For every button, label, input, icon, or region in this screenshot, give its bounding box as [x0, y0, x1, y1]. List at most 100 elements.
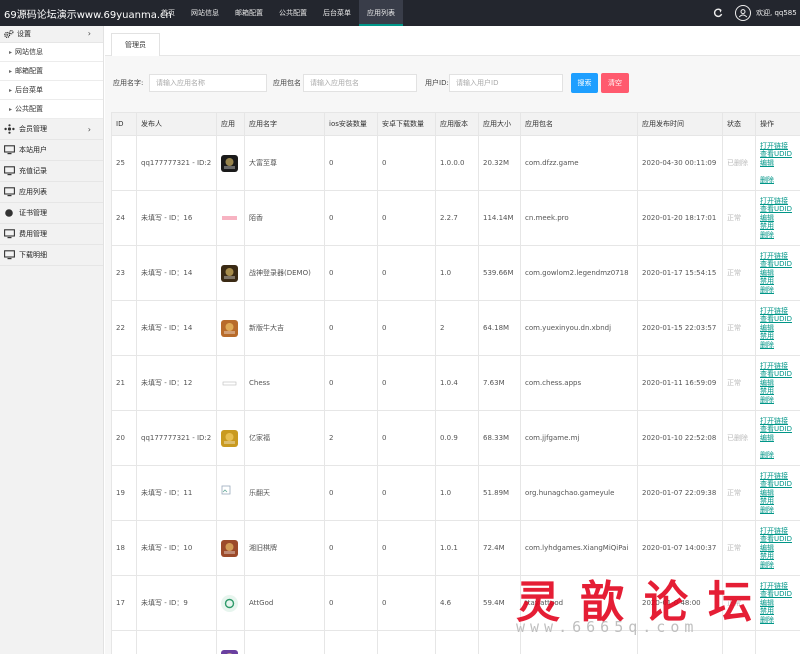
- cell-package: ttay.attgod: [520, 575, 638, 631]
- action-open-link[interactable]: 打开链接: [760, 252, 800, 261]
- cell-name: AttGod: [244, 575, 325, 631]
- action-delete-link[interactable]: 删除: [760, 561, 800, 570]
- action-delete-link[interactable]: 删除: [760, 451, 800, 460]
- nav-item-2[interactable]: 邮箱配置: [227, 0, 271, 26]
- action-disable-link[interactable]: 禁用: [760, 332, 800, 341]
- sidebar-group-settings[interactable]: 设置 ›: [0, 26, 103, 43]
- action-edit-link[interactable]: 编辑: [760, 379, 800, 388]
- sidebar-item-3[interactable]: 应用列表: [0, 182, 103, 203]
- action-open-link[interactable]: 打开链接: [760, 472, 800, 481]
- cell-time: 2020-01-15 22:03:57: [637, 300, 723, 356]
- action-open-link[interactable]: 打开链接: [760, 527, 800, 536]
- action-disable-link[interactable]: 禁用: [760, 277, 800, 286]
- action-disable-link[interactable]: 禁用: [760, 387, 800, 396]
- action-edit-link[interactable]: 编辑: [760, 599, 800, 608]
- nav-item-1[interactable]: 网站信息: [183, 0, 227, 26]
- action-delete-link[interactable]: 删除: [760, 506, 800, 515]
- action-udid-link[interactable]: 查看UDID: [760, 370, 800, 379]
- sidebar-item-0[interactable]: 会员管理 ›: [0, 119, 103, 140]
- cell-name: 陌香: [244, 190, 325, 246]
- column-header: 发布人: [136, 112, 217, 136]
- bullet-icon: ▸: [9, 67, 13, 75]
- nav-item-5[interactable]: 应用列表: [359, 0, 403, 26]
- search-button[interactable]: 搜索: [571, 73, 598, 93]
- cell-size: [478, 630, 521, 654]
- clear-button[interactable]: 清空: [601, 73, 629, 93]
- welcome-text[interactable]: 欢迎, qq585: [756, 8, 800, 18]
- sidebar-subitem[interactable]: ▸ 网站信息: [0, 43, 103, 62]
- avatar[interactable]: [735, 5, 751, 21]
- uid-input[interactable]: 请输入用户ID: [449, 74, 563, 92]
- action-delete-link[interactable]: 删除: [760, 341, 800, 350]
- cell-status: [722, 630, 756, 654]
- action-disable-link[interactable]: 禁用: [760, 222, 800, 231]
- table-row: 25 qq177777321 - ID:2 大富至尊 0 0 1.0.0.0 20.32M c…: [111, 135, 800, 191]
- cell-publisher: 未填写 - ID：9: [136, 575, 217, 631]
- action-edit-link[interactable]: 编辑: [760, 489, 800, 498]
- action-udid-link[interactable]: 查看UDID: [760, 535, 800, 544]
- action-udid-link[interactable]: 查看UDID: [760, 150, 800, 159]
- refresh-icon[interactable]: [713, 8, 723, 18]
- action-udid-link[interactable]: 查看UDID: [760, 260, 800, 269]
- action-delete-link[interactable]: 删除: [760, 396, 800, 405]
- site-brand[interactable]: 69源码论坛演示www.69yuanma.cn: [4, 6, 172, 21]
- action-edit-link[interactable]: 编辑: [760, 159, 800, 168]
- cell-name: 乐翻天: [244, 465, 325, 521]
- action-disable-link[interactable]: 禁用: [760, 497, 800, 506]
- action-open-link[interactable]: 打开链接: [760, 362, 800, 371]
- nav-item-4[interactable]: 后台菜单: [315, 0, 359, 26]
- action-udid-link[interactable]: 查看UDID: [760, 205, 800, 214]
- cell-id: 20: [111, 410, 137, 466]
- action-edit-link[interactable]: 编辑: [760, 434, 800, 443]
- sidebar-item-4[interactable]: 证书管理: [0, 203, 103, 224]
- sidebar-subitem[interactable]: ▸ 邮箱配置: [0, 62, 103, 81]
- action-spacer: [760, 442, 800, 451]
- sidebar-item-6[interactable]: 下载明细: [0, 245, 103, 266]
- app-icon-game: [221, 429, 238, 447]
- action-udid-link[interactable]: 查看UDID: [760, 590, 800, 599]
- cell-actions: 打开链接 查看UDID 编辑 禁用 删除: [755, 465, 800, 521]
- column-header: 应用包名: [520, 112, 638, 136]
- cell-android: 0: [377, 575, 436, 631]
- action-delete-link[interactable]: 删除: [760, 286, 800, 295]
- sidebar-item-5[interactable]: 费用管理: [0, 224, 103, 245]
- action-edit-link[interactable]: 编辑: [760, 544, 800, 553]
- action-open-link[interactable]: 打开链接: [760, 197, 800, 206]
- action-delete-link[interactable]: 删除: [760, 176, 800, 185]
- action-udid-link[interactable]: 查看UDID: [760, 315, 800, 324]
- sidebar-subitem[interactable]: ▸ 后台菜单: [0, 81, 103, 100]
- app-name-input[interactable]: 请输入应用名称: [149, 74, 267, 92]
- cell-actions: 打开链接 查看UDID 编辑 禁用 删除: [755, 300, 800, 356]
- action-disable-link[interactable]: 禁用: [760, 607, 800, 616]
- cell-app-icon: [216, 575, 245, 631]
- action-edit-link[interactable]: 编辑: [760, 324, 800, 333]
- package-input[interactable]: 请输入应用包名: [303, 74, 417, 92]
- action-open-link[interactable]: 打开链接: [760, 142, 800, 151]
- action-open-link[interactable]: 打开链接: [760, 582, 800, 591]
- action-disable-link[interactable]: 禁用: [760, 552, 800, 561]
- table-row: [111, 630, 800, 654]
- tab-admin[interactable]: 管理员: [111, 33, 160, 56]
- nav-item-0[interactable]: 首页: [153, 0, 183, 26]
- action-edit-link[interactable]: 编辑: [760, 269, 800, 278]
- action-udid-link[interactable]: 查看UDID: [760, 425, 800, 434]
- cell-app-icon: [216, 245, 245, 301]
- action-delete-link[interactable]: 删除: [760, 231, 800, 240]
- cell-size: 539.66M: [478, 245, 521, 301]
- broken-image-icon: [221, 485, 238, 502]
- action-open-link[interactable]: 打开链接: [760, 307, 800, 316]
- action-edit-link[interactable]: 编辑: [760, 214, 800, 223]
- cell-ios: [324, 630, 378, 654]
- column-header: 应用大小: [478, 112, 521, 136]
- sidebar-item-2[interactable]: 充值记录: [0, 161, 103, 182]
- sidebar-item-1[interactable]: 本站用户: [0, 140, 103, 161]
- cell-publisher: qq177777321 - ID:2: [136, 135, 217, 191]
- cell-time: 2020-01-17 15:54:15: [637, 245, 723, 301]
- action-delete-link[interactable]: 删除: [760, 616, 800, 625]
- action-open-link[interactable]: 打开链接: [760, 417, 800, 426]
- action-udid-link[interactable]: 查看UDID: [760, 480, 800, 489]
- sidebar-subitem[interactable]: ▸ 公共配置: [0, 100, 103, 119]
- column-header: 状态: [722, 112, 756, 136]
- nav-item-3[interactable]: 公共配置: [271, 0, 315, 26]
- bullet-icon: ▸: [9, 48, 13, 56]
